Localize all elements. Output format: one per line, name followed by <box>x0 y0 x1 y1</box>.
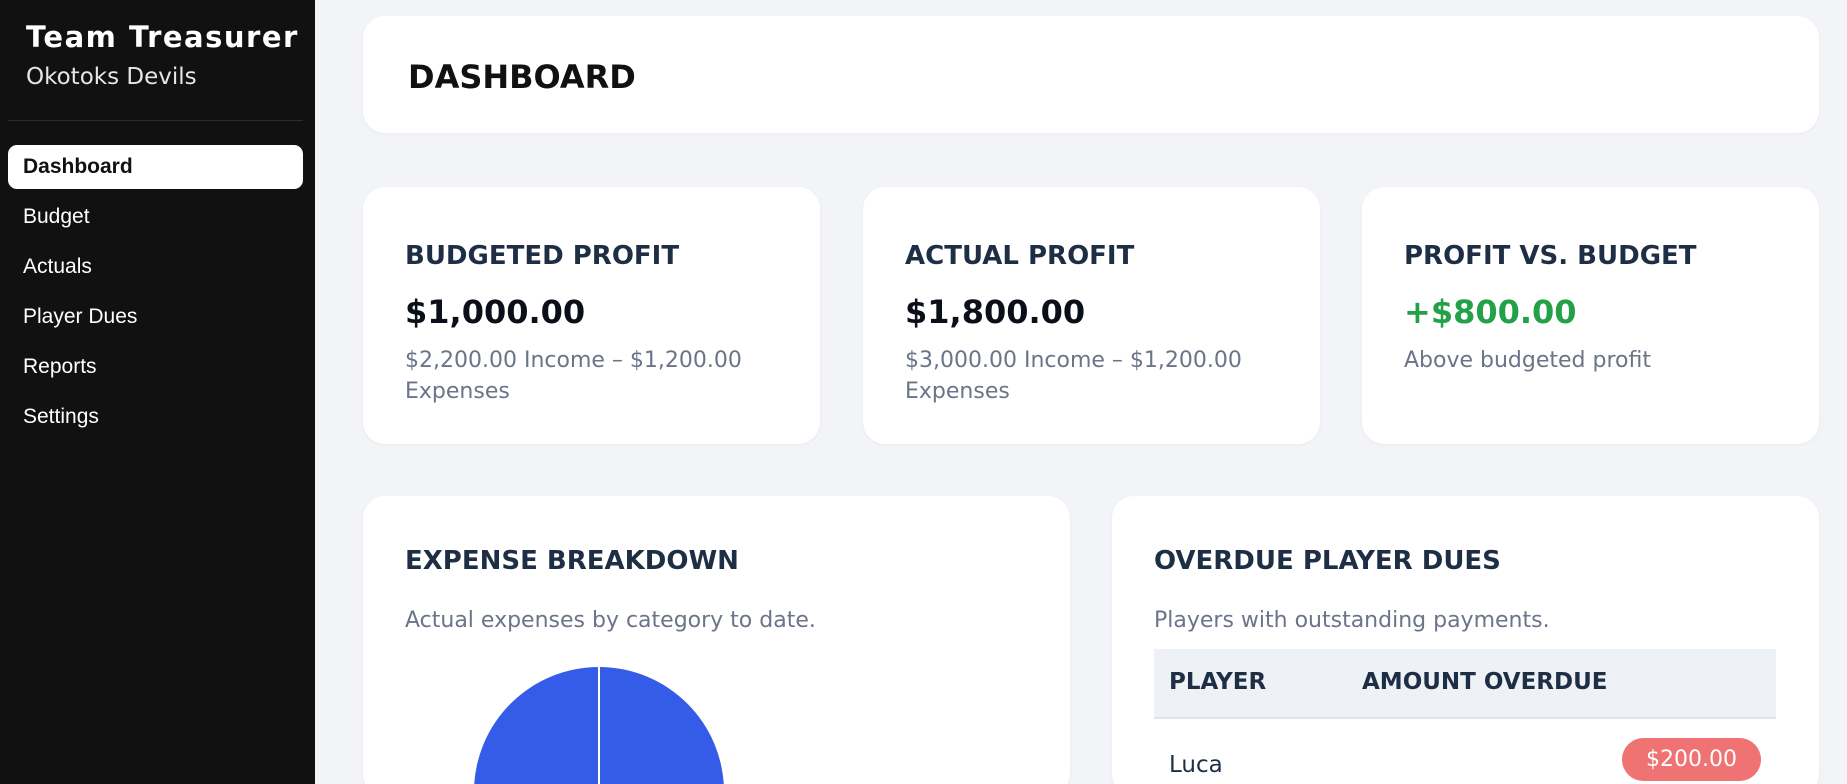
table-row[interactable]: Luca $200.00 <box>1154 719 1776 784</box>
pie-slice-right[interactable] <box>599 667 724 784</box>
header-card: DASHBOARD <box>363 16 1819 133</box>
panel-subtitle: Players with outstanding payments. <box>1154 608 1550 633</box>
kpi-note: $3,000.00 Income – $1,200.00 Expenses <box>905 348 1242 404</box>
sidebar-item-actuals[interactable]: Actuals <box>8 245 303 289</box>
sidebar-item-reports[interactable]: Reports <box>8 345 303 389</box>
column-header-amount-overdue: AMOUNT OVERDUE <box>1362 669 1608 695</box>
brand: Team Treasurer Okotoks Devils <box>0 0 315 121</box>
kpi-label: BUDGETED PROFIT <box>405 241 680 271</box>
kpi-label: PROFIT VS. BUDGET <box>1404 241 1697 271</box>
page-title: DASHBOARD <box>408 58 636 96</box>
expense-breakdown-card: EXPENSE BREAKDOWN Actual expenses by cat… <box>363 496 1070 784</box>
kpi-actual-profit: ACTUAL PROFIT $1,800.00 $3,000.00 Income… <box>863 187 1320 444</box>
sidebar-item-dashboard[interactable]: Dashboard <box>8 145 303 189</box>
kpi-label: ACTUAL PROFIT <box>905 241 1135 271</box>
sidebar: Team Treasurer Okotoks Devils Dashboard … <box>0 0 315 784</box>
overdue-dues-table: PLAYER AMOUNT OVERDUE Luca $200.00 <box>1154 649 1776 784</box>
main-content: DASHBOARD BUDGETED PROFIT $1,000.00 $2,2… <box>315 0 1847 784</box>
sidebar-nav: Dashboard Budget Actuals Player Dues Rep… <box>8 145 303 445</box>
sidebar-item-player-dues[interactable]: Player Dues <box>8 295 303 339</box>
panel-title: OVERDUE PLAYER DUES <box>1154 546 1501 576</box>
overdue-dues-card: OVERDUE PLAYER DUES Players with outstan… <box>1112 496 1819 784</box>
panel-subtitle: Actual expenses by category to date. <box>405 608 816 633</box>
sidebar-divider <box>8 120 303 121</box>
kpi-note: $2,200.00 Income – $1,200.00 Expenses <box>405 348 742 404</box>
player-name: Luca <box>1169 752 1223 778</box>
kpi-value: $1,800.00 <box>905 293 1086 331</box>
amount-overdue-badge: $200.00 <box>1622 738 1761 781</box>
sidebar-item-budget[interactable]: Budget <box>8 195 303 239</box>
table-header: PLAYER AMOUNT OVERDUE <box>1154 649 1776 719</box>
expense-pie-chart <box>474 667 724 784</box>
kpi-value: +$800.00 <box>1404 293 1577 331</box>
kpi-profit-vs-budget: PROFIT VS. BUDGET +$800.00 Above budgete… <box>1362 187 1819 444</box>
kpi-budgeted-profit: BUDGETED PROFIT $1,000.00 $2,200.00 Inco… <box>363 187 820 444</box>
team-name: Okotoks Devils <box>26 64 197 90</box>
panel-title: EXPENSE BREAKDOWN <box>405 546 739 576</box>
kpi-value: $1,000.00 <box>405 293 586 331</box>
column-header-player: PLAYER <box>1169 669 1267 695</box>
sidebar-item-settings[interactable]: Settings <box>8 395 303 439</box>
pie-slice-left[interactable] <box>474 667 599 784</box>
kpi-note: Above budgeted profit <box>1404 348 1651 373</box>
brand-title: Team Treasurer <box>26 20 299 54</box>
